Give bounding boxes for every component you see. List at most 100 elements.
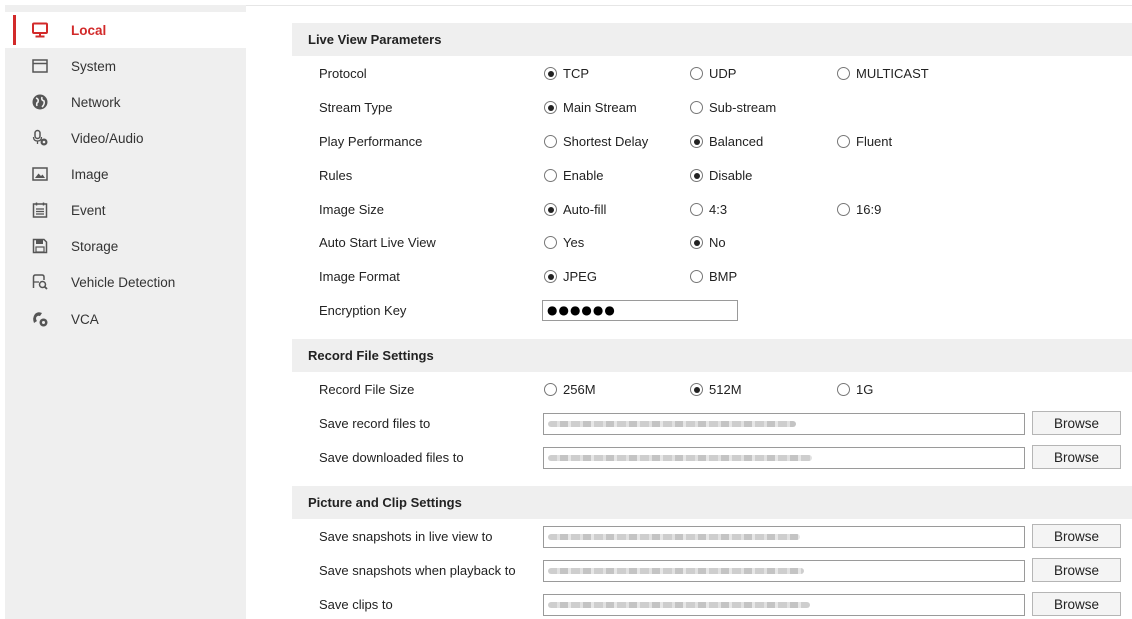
sidebar-item-label: Network — [71, 94, 121, 110]
browse-clips-button[interactable]: Browse — [1032, 592, 1121, 616]
stream-type-label: Stream Type — [319, 100, 393, 115]
radio-label: UDP — [709, 66, 737, 81]
blurred-path — [548, 568, 804, 574]
radio-dot — [690, 236, 703, 249]
rules-enable-radio[interactable]: Enable — [544, 168, 603, 183]
image-format-bmp-radio[interactable]: BMP — [690, 269, 737, 284]
sidebar-item-label: VCA — [71, 311, 99, 327]
save-record-files-label: Save record files to — [319, 416, 431, 431]
blurred-path — [548, 534, 800, 540]
sidebar-item-label: System — [71, 58, 117, 74]
save-snapshots-playback-path-input[interactable] — [543, 560, 1025, 582]
protocol-tcp-radio[interactable]: TCP — [544, 66, 589, 81]
radio-label: 1G — [856, 382, 874, 397]
radio-dot — [544, 383, 557, 396]
radio-dot — [690, 67, 703, 80]
image-size-label: Image Size — [319, 202, 385, 217]
radio-dot — [544, 135, 557, 148]
floppy-icon — [32, 238, 48, 254]
browse-snapshots-live-button[interactable]: Browse — [1032, 524, 1121, 548]
radio-dot — [544, 101, 557, 114]
radio-label: 16:9 — [856, 202, 882, 217]
sidebar-item-local[interactable]: Local — [5, 12, 246, 48]
rules-disable-radio[interactable]: Disable — [690, 168, 752, 183]
radio-dot — [544, 270, 557, 283]
encryption-key-input[interactable]: ●●●●●● — [542, 300, 738, 321]
browse-record-button[interactable]: Browse — [1032, 411, 1121, 435]
file-size-256m-radio[interactable]: 256M — [544, 382, 596, 397]
sidebar-item-network[interactable]: Network — [5, 84, 246, 120]
file-size-512m-radio[interactable]: 512M — [690, 382, 742, 397]
radio-label: Disable — [709, 168, 753, 183]
section-title: Record File Settings — [308, 348, 434, 363]
radio-dot — [690, 101, 703, 114]
performance-balanced-radio[interactable]: Balanced — [690, 134, 763, 149]
radio-dot — [837, 135, 850, 148]
radio-dot — [690, 135, 703, 148]
stream-sub-radio[interactable]: Sub-stream — [690, 100, 776, 115]
image-size-autofill-radio[interactable]: Auto-fill — [544, 202, 606, 217]
save-clips-path-input[interactable] — [543, 594, 1025, 616]
sidebar-item-vehicle-detection[interactable]: Vehicle Detection — [5, 264, 246, 300]
sidebar-item-system[interactable]: System — [5, 48, 246, 84]
radio-dot — [544, 67, 557, 80]
save-snapshots-live-path-input[interactable] — [543, 526, 1025, 548]
radio-label: JPEG — [563, 269, 597, 284]
blurred-path — [548, 602, 810, 608]
top-divider — [246, 5, 1132, 6]
protocol-multicast-radio[interactable]: MULTICAST — [837, 66, 929, 81]
radio-label: 256M — [563, 382, 596, 397]
radio-dot — [690, 383, 703, 396]
radio-dot — [544, 169, 557, 182]
record-file-size-label: Record File Size — [319, 382, 415, 397]
sidebar-item-event[interactable]: Event — [5, 192, 246, 228]
radio-label: Balanced — [709, 134, 764, 149]
radio-dot — [837, 203, 850, 216]
radio-dot — [690, 270, 703, 283]
image-size-4-3-radio[interactable]: 4:3 — [690, 202, 727, 217]
protocol-udp-radio[interactable]: UDP — [690, 66, 736, 81]
vca-gear-icon — [33, 312, 48, 327]
performance-shortest-delay-radio[interactable]: Shortest Delay — [544, 134, 648, 149]
auto-start-yes-radio[interactable]: Yes — [544, 235, 584, 250]
stream-main-radio[interactable]: Main Stream — [544, 100, 637, 115]
sidebar-item-label: Video/Audio — [71, 130, 144, 146]
monitor-icon — [32, 22, 48, 38]
radio-label: TCP — [563, 66, 589, 81]
window-icon — [32, 59, 48, 73]
image-format-jpeg-radio[interactable]: JPEG — [544, 269, 597, 284]
sidebar-item-vca[interactable]: VCA — [5, 301, 246, 337]
save-clips-label: Save clips to — [319, 597, 393, 612]
performance-fluent-radio[interactable]: Fluent — [837, 134, 892, 149]
save-downloaded-files-label: Save downloaded files to — [319, 450, 464, 465]
radio-label: Sub-stream — [709, 100, 777, 115]
save-snapshots-playback-label: Save snapshots when playback to — [319, 563, 516, 578]
file-size-1g-radio[interactable]: 1G — [837, 382, 873, 397]
radio-dot — [544, 203, 557, 216]
blurred-path — [548, 421, 796, 427]
protocol-label: Protocol — [319, 66, 367, 81]
auto-start-no-radio[interactable]: No — [690, 235, 726, 250]
radio-label: 4:3 — [709, 202, 728, 217]
browse-downloaded-button[interactable]: Browse — [1032, 445, 1121, 469]
sidebar-item-image[interactable]: Image — [5, 156, 246, 192]
sidebar-item-label: Image — [71, 166, 109, 182]
radio-label: No — [709, 235, 726, 250]
globe-icon — [32, 94, 48, 110]
sidebar-item-video-audio[interactable]: Video/Audio — [5, 120, 246, 156]
sidebar-item-storage[interactable]: Storage — [5, 228, 246, 264]
radio-dot — [690, 203, 703, 216]
image-size-16-9-radio[interactable]: 16:9 — [837, 202, 881, 217]
radio-dot — [837, 67, 850, 80]
sidebar-item-label: Vehicle Detection — [71, 274, 176, 290]
rules-label: Rules — [319, 168, 353, 183]
sidebar-item-label: Event — [71, 202, 106, 218]
radio-label: Auto-fill — [563, 202, 607, 217]
section-picture-clip: Picture and Clip Settings — [292, 486, 1132, 519]
save-record-path-input[interactable] — [543, 413, 1025, 435]
sidebar-item-label: Storage — [71, 238, 119, 254]
vehicle-search-icon — [32, 274, 48, 290]
save-downloaded-path-input[interactable] — [543, 447, 1025, 469]
browse-snapshots-playback-button[interactable]: Browse — [1032, 558, 1121, 582]
sidebar: Local System Network Video/Audio Image E… — [5, 5, 246, 619]
